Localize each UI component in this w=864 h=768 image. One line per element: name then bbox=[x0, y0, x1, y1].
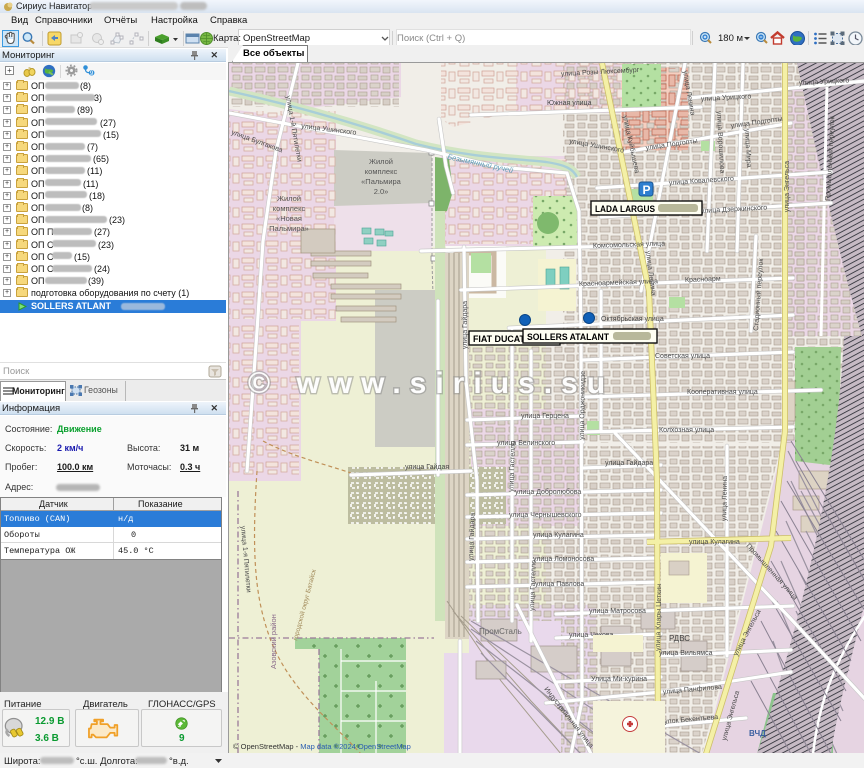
svg-text:улица Вильямса: улица Вильямса bbox=[659, 650, 713, 657]
svg-text:улица Добролюбова: улица Добролюбова bbox=[515, 488, 581, 496]
svg-text:SOLLERS ATALANT: SOLLERS ATALANT bbox=[527, 332, 609, 343]
svg-text:Пальмира»: Пальмира» bbox=[269, 224, 309, 233]
svg-text:Южная улица: Южная улица bbox=[547, 100, 592, 107]
svg-text:улица Гайдара: улица Гайдара bbox=[461, 301, 469, 349]
svg-text:Кооперативная улица: Кооперативная улица bbox=[687, 389, 758, 396]
svg-text:«Новая: «Новая bbox=[276, 214, 302, 223]
svg-text:улица Чернышевского: улица Чернышевского bbox=[509, 512, 582, 519]
svg-text:РДВС: РДВС bbox=[669, 634, 690, 643]
svg-text:комплекс: комплекс bbox=[273, 204, 306, 213]
svg-text:Красноарм: Красноарм bbox=[685, 276, 721, 284]
svg-text:улица Гайдара: улица Гайдара bbox=[467, 513, 477, 562]
svg-text:улица Гайдара: улица Гайдара bbox=[605, 459, 653, 467]
svg-text:комплекс: комплекс bbox=[365, 167, 398, 176]
svg-text:© OpenStreetMap - Map data ©20: © OpenStreetMap - Map data ©2024 OpenStr… bbox=[233, 742, 411, 751]
svg-text:улица Энгельса: улица Энгельса bbox=[784, 161, 791, 212]
svg-text:ПромСталь: ПромСталь bbox=[479, 627, 522, 636]
svg-text:улица Кулагина: улица Кулагина bbox=[689, 539, 740, 546]
svg-text:улица Павлова: улица Павлова bbox=[535, 581, 584, 588]
svg-text:FIAT DUCAT: FIAT DUCAT bbox=[473, 334, 525, 345]
svg-text:«Пальмира: «Пальмира bbox=[361, 177, 402, 186]
svg-text:ВЧД: ВЧД bbox=[749, 729, 766, 738]
svg-text:Улица Ми-курина: Улица Ми-курина bbox=[591, 676, 647, 683]
svg-text:Жилой: Жилой bbox=[369, 157, 393, 166]
svg-text:Азовский район: Азовский район bbox=[269, 614, 278, 669]
svg-text:Октябрьская улица: Октябрьская улица bbox=[601, 315, 664, 323]
svg-text:Колхозная улица: Колхозная улица bbox=[659, 427, 714, 434]
svg-text:улица Гайдая: улица Гайдая bbox=[405, 463, 449, 471]
svg-text:улица Ломоносова: улица Ломоносова bbox=[533, 556, 594, 563]
svg-text:2.0»: 2.0» bbox=[374, 187, 389, 196]
svg-text:улица Герцена: улица Герцена bbox=[521, 413, 569, 420]
svg-text:P: P bbox=[643, 183, 651, 197]
svg-text:9: 9 bbox=[90, 70, 94, 77]
svg-text:улица Белинского: улица Белинского bbox=[497, 440, 555, 447]
svg-text:© www.sirius.su: © www.sirius.su bbox=[248, 367, 614, 400]
svg-text:улица Кулагина: улица Кулагина bbox=[533, 532, 584, 539]
svg-text:Советская улица: Советская улица bbox=[655, 353, 710, 360]
svg-text:улица Ленина: улица Ленина bbox=[721, 476, 729, 521]
svg-text:улица Матросова: улица Матросова bbox=[589, 608, 646, 615]
svg-text:LADA LARGUS: LADA LARGUS bbox=[595, 204, 655, 215]
svg-text:Жилой: Жилой bbox=[277, 194, 301, 203]
